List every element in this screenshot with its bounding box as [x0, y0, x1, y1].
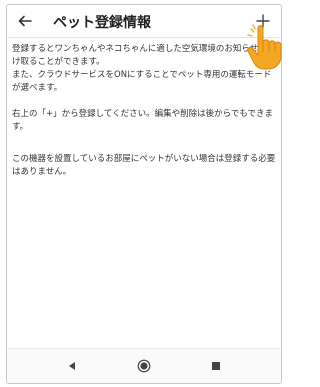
system-nav-bar: [7, 348, 281, 383]
info-paragraph: この機器を設置しているお部屋にペットがいない場合は登録する必要はありません。: [12, 154, 276, 177]
arrow-left-icon: [18, 15, 32, 27]
back-button[interactable]: [11, 7, 39, 35]
nav-home-button[interactable]: [124, 349, 164, 383]
hand-pointer-icon: [247, 24, 282, 70]
triangle-back-icon: [69, 362, 75, 370]
info-paragraph: 右上の「+」から登録してください。編集や削除は後からでもできます。: [12, 109, 274, 132]
phone-screen: ペット登録情報 登録するとワンちゃんやネコちゃんに適した空気環境のお知らせを受け…: [6, 4, 282, 384]
info-paragraph: また、クラウドサービスをONにすることでペット専用の運転モードが選べます。: [12, 70, 272, 93]
nav-back-button[interactable]: [52, 349, 92, 383]
square-recent-icon: [212, 362, 220, 370]
info-content: 登録するとワンちゃんやネコちゃんに適した空気環境のお知らせを受け取ることができま…: [12, 43, 276, 192]
app-bar: ペット登録情報: [7, 5, 281, 38]
page-title: ペット登録情報: [53, 15, 151, 31]
circle-home-icon: [137, 359, 151, 373]
info-paragraph: 登録するとワンちゃんやネコちゃんに適した空気環境のお知らせを受け取ることができま…: [12, 44, 276, 67]
intro-block: 登録するとワンちゃんやネコちゃんに適した空気環境のお知らせを受け取ることができま…: [12, 43, 276, 95]
nav-recent-button[interactable]: [196, 349, 236, 383]
